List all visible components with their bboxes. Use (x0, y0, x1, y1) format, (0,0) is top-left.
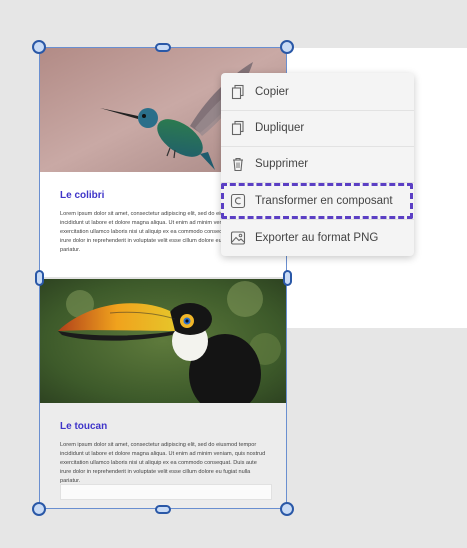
context-menu: Copier Dupliquer Supprimer Transformer e… (221, 73, 414, 256)
menu-item-duplicate[interactable]: Dupliquer (221, 111, 414, 145)
resize-handle-top-left[interactable] (32, 40, 46, 54)
resize-handle-bottom[interactable] (155, 505, 171, 514)
resize-handle-bottom-left[interactable] (32, 502, 46, 516)
resize-handle-right[interactable] (283, 270, 292, 286)
highlight-dashed-outline (221, 183, 413, 219)
resize-handle-top[interactable] (155, 43, 171, 52)
trash-icon (230, 156, 246, 172)
duplicate-icon (230, 120, 246, 136)
resize-handle-top-right[interactable] (280, 40, 294, 54)
copy-icon (230, 84, 246, 100)
menu-item-label: Dupliquer (255, 122, 305, 134)
menu-item-label: Copier (255, 86, 289, 98)
menu-item-delete[interactable]: Supprimer (221, 147, 414, 181)
menu-divider (221, 219, 414, 220)
menu-item-copy[interactable]: Copier (221, 75, 414, 109)
resize-handle-bottom-right[interactable] (280, 502, 294, 516)
resize-handle-left[interactable] (35, 270, 44, 286)
menu-item-label: Supprimer (255, 158, 309, 170)
menu-item-label: Exporter au format PNG (255, 232, 379, 244)
image-icon (230, 230, 246, 246)
menu-item-export-png[interactable]: Exporter au format PNG (221, 221, 414, 255)
